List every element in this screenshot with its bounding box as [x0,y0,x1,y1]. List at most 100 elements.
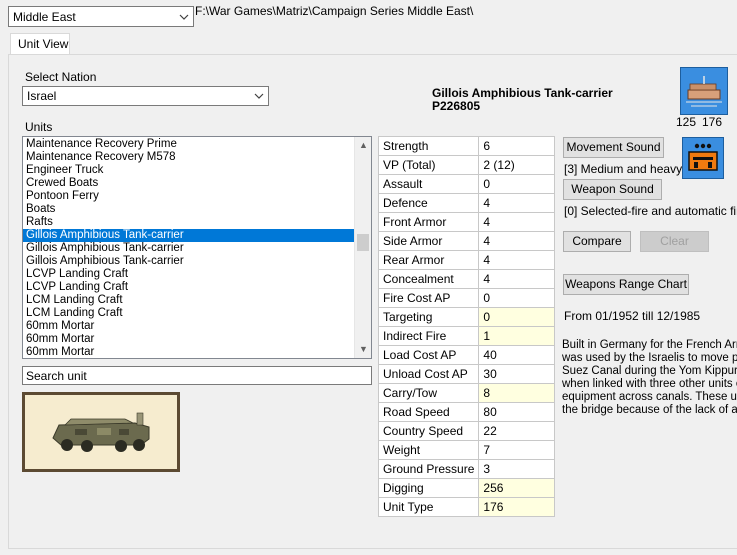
weapon-description: [0] Selected-fire and automatic fire rif… [564,204,737,218]
list-item[interactable]: Gillois Amphibious Tank-carrier [23,242,355,255]
movement-description: [3] Medium and heavy [564,162,683,176]
stat-value: 0 [478,307,555,327]
description-line: equipment across canals. These units [562,391,737,403]
units-label: Units [25,120,53,134]
description-line: was used by the Israelis to move para [562,352,737,364]
list-item[interactable]: Pontoon Ferry [23,190,355,203]
weapon-counter-icon [682,137,724,179]
stat-label: Country Speed [377,421,480,441]
stat-value: 2 (12) [478,155,555,175]
description-line: when linked with three other units car [562,378,737,390]
stat-value: 6 [478,136,555,156]
stat-value: 8 [478,383,555,403]
compare-button[interactable]: Compare [563,231,631,252]
description-line: Built in Germany for the French Army, [562,339,737,351]
list-item[interactable]: 60mm Mortar [23,320,355,333]
stat-value: 176 [478,497,555,517]
table-row: Rear Armor 4 [377,250,555,270]
stat-value: 4 [478,193,555,213]
stat-label: Weight [377,440,480,460]
weapon-sound-button[interactable]: Weapon Sound [563,179,662,200]
list-item[interactable]: Maintenance Recovery M578 [23,151,355,164]
table-row: Road Speed 80 [377,402,555,422]
stat-value: 80 [478,402,555,422]
stat-label: Load Cost AP [377,345,480,365]
service-period: From 01/1952 till 12/1985 [564,309,701,323]
weapons-range-chart-button[interactable]: Weapons Range Chart [563,274,689,295]
table-row: Fire Cost AP 0 [377,288,555,308]
stat-label: Side Armor [377,231,480,251]
tab-strip: Unit View [8,33,737,55]
search-unit-field[interactable] [22,366,372,385]
unit-icon-number-left: 125 [676,115,697,129]
table-row: Front Armor 4 [377,212,555,232]
stat-value: 4 [478,212,555,232]
list-item[interactable]: LCM Landing Craft [23,307,355,320]
list-item[interactable]: 60mm Mortar [23,333,355,346]
scroll-thumb[interactable] [357,234,369,251]
stat-value: 0 [478,174,555,194]
list-item[interactable]: LCM Landing Craft [23,294,355,307]
stat-label: Road Speed [377,402,480,422]
stat-label: Unload Cost AP [377,364,480,384]
table-row: Carry/Tow 8 [377,383,555,403]
list-item[interactable]: LCVP Landing Craft [23,268,355,281]
unit-image [22,392,180,472]
select-nation-label: Select Nation [25,70,97,84]
list-item[interactable]: Gillois Amphibious Tank-carrier [23,229,355,242]
chevron-down-icon [179,14,189,20]
scroll-up-icon[interactable]: ▲ [355,137,371,154]
list-item[interactable]: Maintenance Recovery Prime [23,138,355,151]
search-unit-input[interactable] [23,367,371,384]
stat-label: VP (Total) [377,155,480,175]
table-row: Indirect Fire 1 [377,326,555,346]
stat-value: 22 [478,421,555,441]
movement-sound-button[interactable]: Movement Sound [563,137,664,158]
stat-label: Strength [377,136,480,156]
chevron-down-icon [254,93,264,99]
table-row: Targeting 0 [377,307,555,327]
table-row: Defence 4 [377,193,555,213]
list-item[interactable]: Gillois Amphibious Tank-carrier [23,255,355,268]
list-item[interactable]: LCVP Landing Craft [23,281,355,294]
stat-label: Carry/Tow [377,383,480,403]
stat-value: 30 [478,364,555,384]
stat-value: 4 [478,231,555,251]
table-row: Unit Type 176 [377,497,555,517]
list-item[interactable]: Rafts [23,216,355,229]
description-line: the bridge because of the lack of arm [562,404,737,416]
list-item[interactable]: Boats [23,203,355,216]
clear-button[interactable]: Clear [640,231,709,252]
unit-stats-table: Strength 6 VP (Total) 2 (12) Assault 0 Defence… [377,136,555,517]
scroll-down-icon[interactable]: ▼ [355,341,371,358]
list-item[interactable]: Crewed Boats [23,177,355,190]
nation-select-value: Israel [27,89,57,103]
units-list[interactable]: Maintenance Recovery Prime Maintenance Re… [22,136,372,359]
list-item[interactable]: 60mm Mortar [23,346,355,358]
stat-value: 256 [478,478,555,498]
table-row: VP (Total) 2 (12) [377,155,555,175]
weapon-icon [688,143,718,171]
stat-label: Ground Pressure [377,459,480,479]
table-row: Weight 7 [377,440,555,460]
stat-label: Defence [377,193,480,213]
stat-value: 1 [478,326,555,346]
table-row: Assault 0 [377,174,555,194]
stat-value: 4 [478,250,555,270]
stat-label: Concealment [377,269,480,289]
stat-label: Fire Cost AP [377,288,480,308]
units-list-scrollbar[interactable]: ▲ ▼ [354,137,371,358]
stat-value: 4 [478,269,555,289]
stat-value: 7 [478,440,555,460]
table-row: Digging 256 [377,478,555,498]
region-select[interactable]: Middle East [8,6,194,27]
stat-label: Front Armor [377,212,480,232]
stat-label: Rear Armor [377,250,480,270]
campaign-path: F:\War Games\Matriz\Campaign Series Midd… [195,4,474,18]
stat-label: Unit Type [377,497,480,517]
region-select-value: Middle East [13,10,76,24]
tab-unit-view[interactable]: Unit View [10,33,70,55]
list-item[interactable]: Engineer Truck [23,164,355,177]
nation-select[interactable]: Israel [22,86,269,106]
unit-code: P226805 [432,99,481,113]
